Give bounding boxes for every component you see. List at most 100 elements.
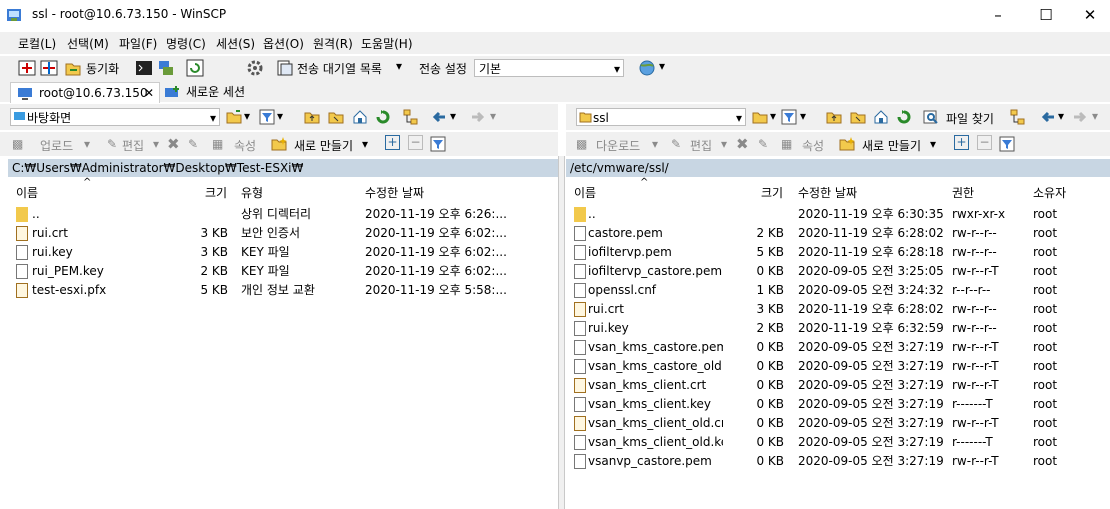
new-button-label[interactable]: 새로 만들기 — [862, 137, 921, 154]
tab-new-session[interactable]: 새로운 세션 — [162, 82, 257, 102]
tree-view-icon[interactable] — [1010, 109, 1026, 125]
select-filter-icon[interactable] — [999, 136, 1015, 152]
menu-help[interactable]: 도움말(H) — [361, 35, 413, 52]
chevron-down-icon[interactable]: ▾ — [84, 137, 90, 151]
file-row[interactable]: vsan_kms_client_old.crt 0 KB 2020-09-05 오전… — [566, 414, 1110, 433]
right-header-size[interactable]: 크기 — [761, 184, 783, 201]
left-path-bar[interactable]: C:₩Users₩Administrator₩Desktop₩Test-ESXi… — [8, 159, 558, 177]
rename-icon[interactable]: ✎ — [758, 137, 768, 151]
upload-icon[interactable]: ▩ — [12, 137, 23, 151]
file-row[interactable]: castore.pem 2 KB 2020-11-19 오후 6:28:02 rw-r… — [566, 224, 1110, 243]
edit-button-label[interactable]: 편집 — [690, 137, 712, 154]
menu-local[interactable]: 로컬(L) — [18, 35, 56, 52]
parent-dir-icon[interactable] — [304, 109, 320, 125]
left-header-name[interactable]: 이름 — [16, 184, 38, 201]
queue-list-label[interactable]: 전송 대기열 목록 — [297, 60, 382, 77]
tab-session[interactable]: root@10.6.73.150 ✕ — [10, 82, 160, 103]
root-dir-icon[interactable] — [850, 109, 866, 125]
maximize-button[interactable]: ☐ — [1023, 0, 1069, 30]
download-icon[interactable]: ▩ — [576, 137, 587, 151]
close-button[interactable]: ✕ — [1067, 0, 1110, 30]
chevron-down-icon[interactable]: ▾ — [721, 137, 727, 151]
left-location-select[interactable]: 바탕화면 ▾ — [10, 108, 220, 126]
collapse-icon[interactable]: − — [408, 135, 423, 150]
forward-arrow-icon[interactable] — [1072, 109, 1088, 125]
file-row[interactable]: vsan_kms_castore.pem 0 KB 2020-09-05 오전 3:… — [566, 338, 1110, 357]
right-header-owner[interactable]: 소유자 — [1033, 184, 1066, 201]
chevron-down-icon[interactable]: ▾ — [244, 109, 250, 123]
open-folder-icon[interactable] — [226, 109, 242, 125]
menu-remote[interactable]: 원격(R) — [313, 35, 353, 52]
new-folder-icon[interactable] — [271, 136, 287, 152]
file-row[interactable]: rui.crt 3 KB 보안 인증서 2020-11-19 오후 6:02:... — [8, 224, 558, 243]
home-icon[interactable] — [873, 109, 889, 125]
chevron-down-icon[interactable]: ▾ — [1092, 109, 1098, 123]
menu-options[interactable]: 옵션(O) — [263, 35, 304, 52]
file-row[interactable]: vsan_kms_client.key 0 KB 2020-09-05 오전 3:2… — [566, 395, 1110, 414]
menu-file[interactable]: 파일(F) — [119, 35, 157, 52]
right-header-name[interactable]: 이름 — [574, 184, 596, 201]
left-header-type[interactable]: 유형 — [241, 184, 263, 201]
refresh-icon[interactable] — [896, 109, 912, 125]
preferences-gear-icon[interactable] — [246, 59, 264, 77]
file-row[interactable]: test-esxi.pfx 5 KB 개인 정보 교환 2020-11-19 오후 5… — [8, 281, 558, 300]
file-row[interactable]: .. 상위 디렉터리 2020-11-19 오후 6:26:... — [8, 205, 558, 224]
chevron-down-icon[interactable]: ▾ — [1058, 109, 1064, 123]
chevron-down-icon[interactable]: ▾ — [770, 109, 776, 123]
menu-command[interactable]: 명령(C) — [166, 35, 206, 52]
file-row[interactable]: vsan_kms_client_old.key 0 KB 2020-09-05 오전… — [566, 433, 1110, 452]
globe-icon[interactable] — [638, 59, 656, 77]
chevron-down-icon[interactable]: ▾ — [396, 59, 402, 73]
close-tab-icon[interactable]: ✕ — [144, 83, 154, 103]
filter-icon[interactable] — [781, 109, 797, 125]
putty-icon[interactable] — [157, 59, 175, 77]
edit-button-label[interactable]: 편집 — [122, 137, 144, 154]
file-row[interactable]: vsanvp_castore.pem 0 KB 2020-09-05 오전 3:27… — [566, 452, 1110, 471]
properties-icon[interactable]: ▦ — [212, 137, 223, 151]
file-row[interactable]: vsan_kms_client.crt 0 KB 2020-09-05 오전 3:2… — [566, 376, 1110, 395]
properties-button-label[interactable]: 속성 — [234, 137, 256, 154]
compare-dirs-icon[interactable] — [18, 59, 36, 77]
minimize-button[interactable]: – — [975, 0, 1021, 30]
file-row[interactable]: vsan_kms_castore_old.... 0 KB 2020-09-05 오… — [566, 357, 1110, 376]
chevron-down-icon[interactable]: ▾ — [800, 109, 806, 123]
find-files-icon[interactable] — [923, 109, 939, 125]
right-path-bar[interactable]: /etc/vmware/ssl/ — [566, 159, 1110, 177]
expand-icon[interactable]: + — [385, 135, 400, 150]
new-folder-icon[interactable] — [839, 136, 855, 152]
right-location-select[interactable]: ssl ▾ — [576, 108, 746, 126]
file-row[interactable]: rui.key 3 KB KEY 파일 2020-11-19 오후 6:02:... — [8, 243, 558, 262]
expand-icon[interactable]: + — [954, 135, 969, 150]
forward-arrow-icon[interactable] — [470, 109, 486, 125]
root-dir-icon[interactable] — [328, 109, 344, 125]
back-arrow-icon[interactable] — [1040, 109, 1056, 125]
menu-select[interactable]: 선택(M) — [67, 35, 109, 52]
select-filter-icon[interactable] — [430, 136, 446, 152]
chevron-down-icon[interactable]: ▾ — [362, 137, 368, 151]
right-header-modified[interactable]: 수정한 날짜 — [798, 184, 857, 201]
file-row[interactable]: iofiltervp.pem 5 KB 2020-11-19 오후 6:28:18 r… — [566, 243, 1110, 262]
back-arrow-icon[interactable] — [431, 109, 447, 125]
download-button-label[interactable]: 다운로드 — [596, 137, 640, 154]
delete-icon[interactable]: ✖ — [736, 135, 749, 153]
chevron-down-icon[interactable]: ▾ — [450, 109, 456, 123]
file-row[interactable]: openssl.cnf 1 KB 2020-09-05 오전 3:24:32 r--r… — [566, 281, 1110, 300]
open-folder-icon[interactable] — [752, 109, 768, 125]
parent-dir-icon[interactable] — [826, 109, 842, 125]
left-header-modified[interactable]: 수정한 날짜 — [365, 184, 424, 201]
file-row[interactable]: .. 2020-11-19 오후 6:30:35 rwxr-xr-x root — [566, 205, 1110, 224]
transfer-preset-select[interactable]: 기본 ▾ — [474, 59, 624, 77]
refresh-panel-icon[interactable] — [186, 59, 204, 77]
file-row[interactable]: rui.crt 3 KB 2020-11-19 오후 6:28:02 rw-r--r-… — [566, 300, 1110, 319]
chevron-down-icon[interactable]: ▾ — [930, 137, 936, 151]
upload-button-label[interactable]: 업로드 — [40, 137, 73, 154]
terminal-icon[interactable] — [135, 59, 153, 77]
file-row[interactable]: iofiltervp_castore.pem 0 KB 2020-09-05 오전 … — [566, 262, 1110, 281]
chevron-down-icon[interactable]: ▾ — [652, 137, 658, 151]
pane-splitter[interactable] — [558, 156, 565, 509]
collapse-icon[interactable]: − — [977, 135, 992, 150]
sync-icon[interactable] — [64, 59, 82, 77]
home-icon[interactable] — [352, 109, 368, 125]
file-row[interactable]: rui_PEM.key 2 KB KEY 파일 2020-11-19 오후 6:02:… — [8, 262, 558, 281]
chevron-down-icon[interactable]: ▾ — [659, 59, 665, 73]
